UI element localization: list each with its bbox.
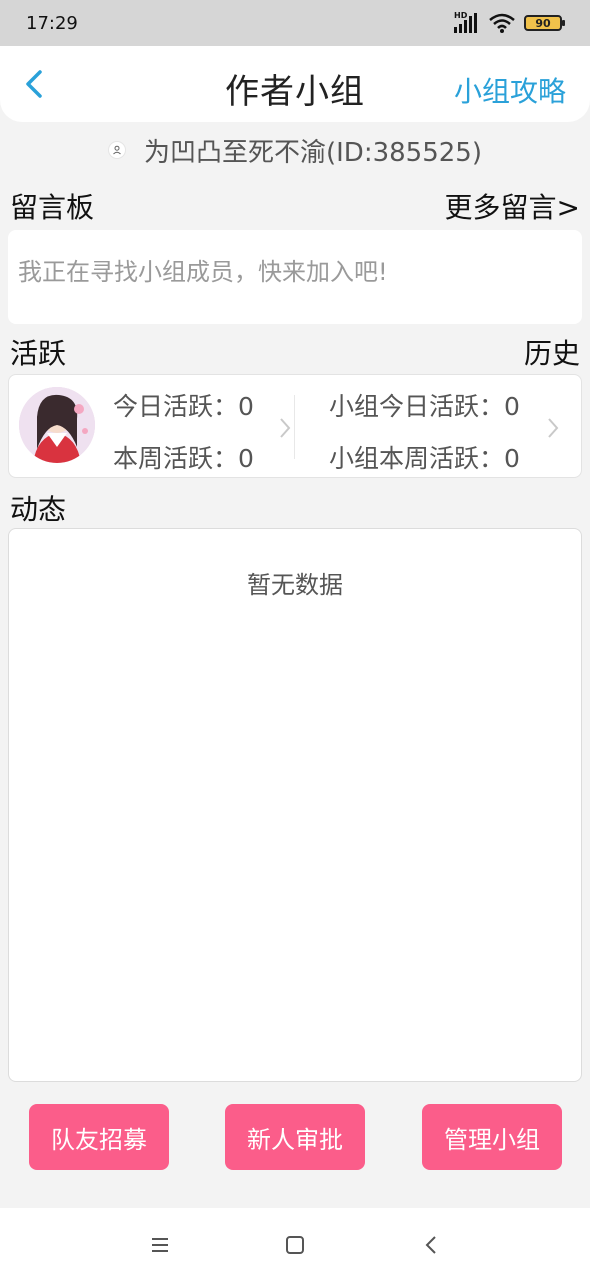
owner-row: 为凹凸至死不渝(ID:385525): [0, 130, 590, 170]
chevron-right-icon[interactable]: [543, 413, 563, 443]
header: 作者小组 小组攻略: [0, 46, 590, 122]
signal-icon: HD: [454, 11, 480, 33]
user-icon: [113, 145, 121, 155]
hd-label: HD: [454, 11, 468, 20]
avatar: [19, 387, 95, 463]
message-placeholder: 我正在寻找小组成员，快来加入吧!: [18, 258, 388, 286]
battery-level: 90: [535, 16, 551, 30]
activity-header: 活跃 历史: [10, 332, 580, 372]
message-board-title: 留言板: [10, 191, 95, 224]
feed-title: 动态: [10, 493, 67, 526]
status-time: 17:29: [26, 12, 78, 34]
more-messages-link[interactable]: 更多留言>: [445, 186, 580, 226]
manage-group-button[interactable]: 管理小组: [422, 1104, 562, 1170]
activity-card[interactable]: 今日活跃：0 本周活跃：0 小组今日活跃：0 小组本周活跃：0: [8, 374, 582, 478]
menu-icon[interactable]: [145, 1230, 175, 1260]
message-board-header: 留言板 更多留言>: [10, 186, 580, 226]
system-nav-bar: [0, 1208, 590, 1280]
approve-button[interactable]: 新人审批: [225, 1104, 365, 1170]
owner-name: 为凹凸至死不渝(ID:385525): [144, 137, 482, 168]
history-link[interactable]: 历史: [524, 332, 580, 372]
activity-divider: [294, 395, 295, 459]
empty-state-text: 暂无数据: [247, 571, 343, 599]
activity-title: 活跃: [10, 337, 67, 370]
chevron-right-icon[interactable]: [275, 413, 295, 443]
feed-panel: 暂无数据: [8, 528, 582, 1082]
guide-link[interactable]: 小组攻略: [454, 70, 566, 110]
wifi-icon: [489, 13, 515, 33]
battery-icon: 90: [524, 15, 565, 31]
group-today-activity: 小组今日活跃：0: [329, 392, 520, 421]
feed-header: 动态: [10, 488, 580, 528]
home-square-icon[interactable]: [280, 1230, 310, 1260]
group-week-activity: 小组本周活跃：0: [329, 444, 520, 473]
status-bar: 17:29 HD 90: [0, 0, 590, 46]
today-activity: 今日活跃：0: [113, 392, 254, 421]
owner-avatar[interactable]: [108, 141, 126, 159]
week-activity: 本周活跃：0: [113, 444, 254, 473]
status-icons: HD 90: [454, 11, 565, 33]
message-board[interactable]: 我正在寻找小组成员，快来加入吧!: [8, 230, 582, 324]
recruit-button[interactable]: 队友招募: [29, 1104, 169, 1170]
back-chevron-icon[interactable]: [417, 1230, 447, 1260]
